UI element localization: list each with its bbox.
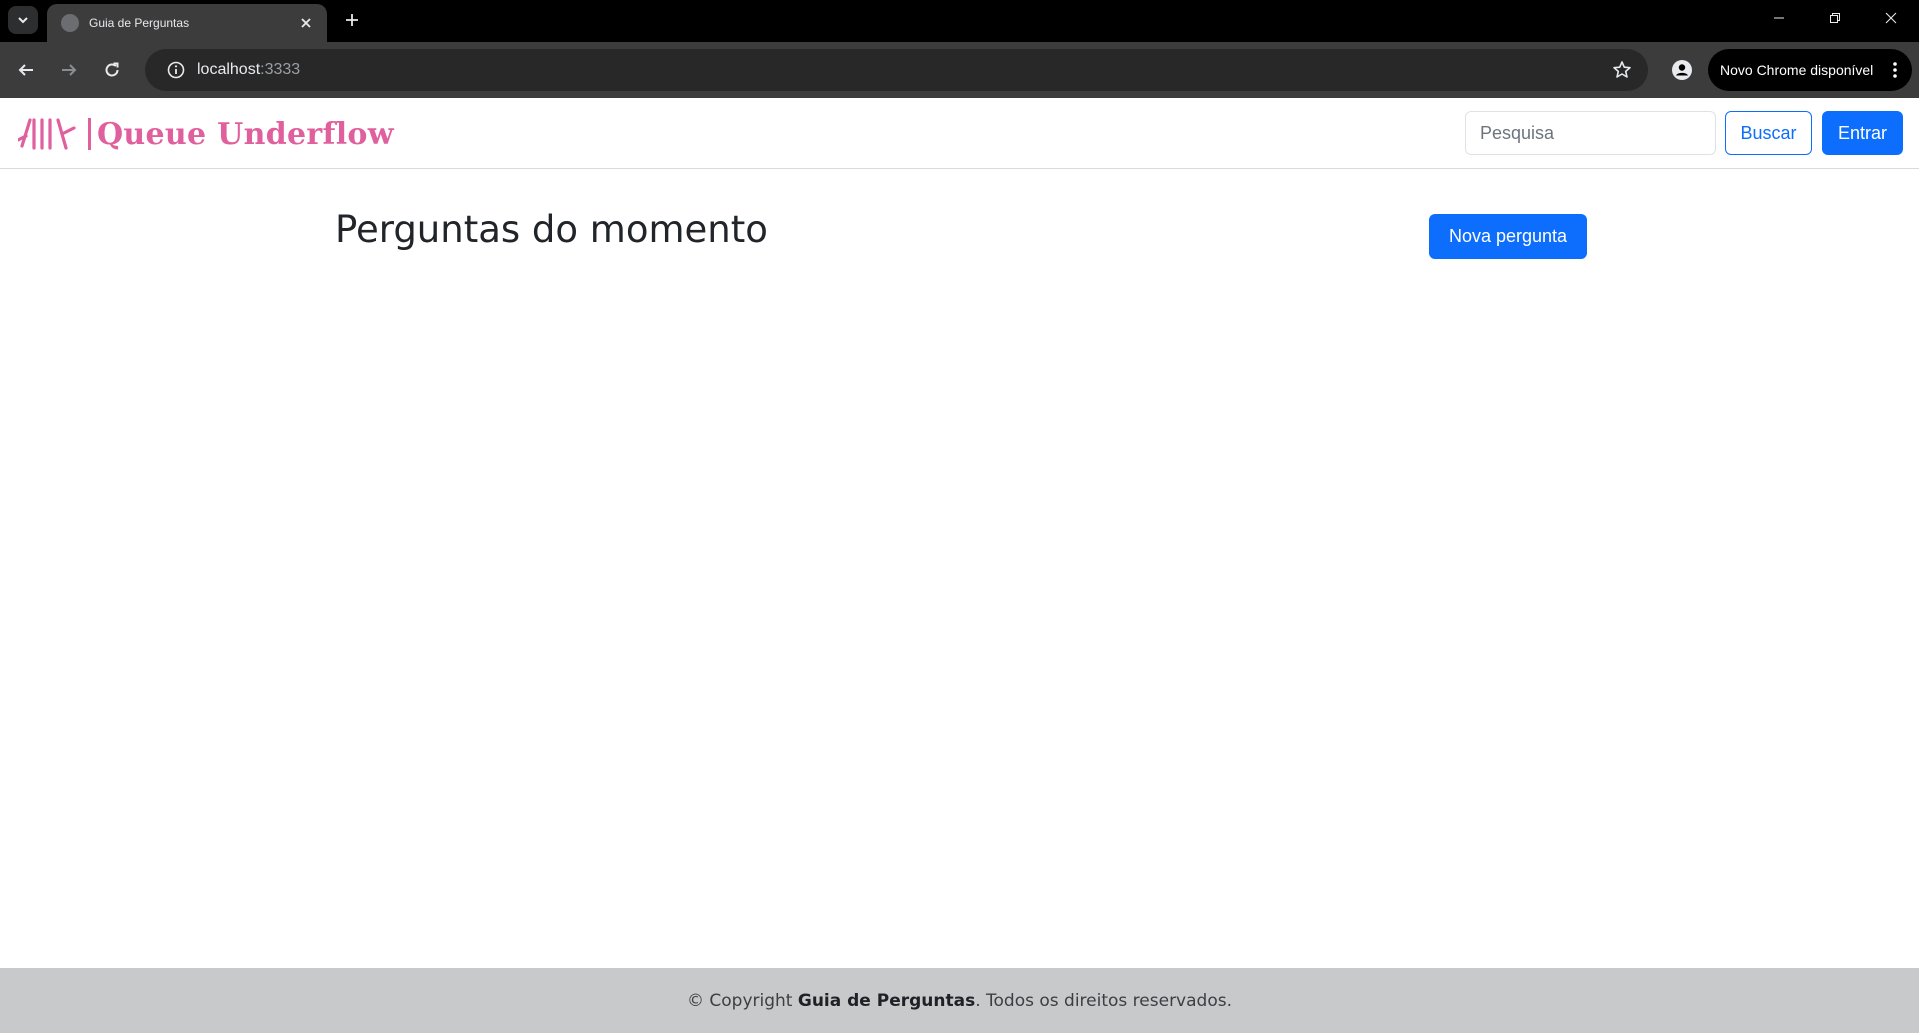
arrow-right-icon bbox=[62, 64, 77, 76]
window-controls bbox=[1751, 0, 1919, 36]
close-icon bbox=[1885, 12, 1897, 24]
brand-link[interactable]: Queue Underflow bbox=[18, 116, 394, 152]
brand-name: Queue Underflow bbox=[97, 116, 394, 152]
brand-logo-icon bbox=[18, 118, 76, 150]
address-bar[interactable]: localhost:3333 bbox=[145, 49, 1648, 91]
site-footer: © Copyright Guia de Perguntas. Todos os … bbox=[0, 968, 1919, 1033]
site-info-button[interactable] bbox=[145, 49, 185, 91]
tab-search-button[interactable] bbox=[8, 6, 38, 34]
search-input[interactable] bbox=[1465, 111, 1716, 155]
person-icon bbox=[1672, 60, 1692, 80]
chevron-down-icon bbox=[18, 17, 28, 24]
reload-icon bbox=[105, 62, 119, 77]
new-question-button[interactable]: Nova pergunta bbox=[1429, 214, 1587, 259]
url-text: localhost:3333 bbox=[197, 61, 300, 79]
bookmark-button[interactable] bbox=[1610, 58, 1634, 82]
info-icon bbox=[167, 61, 185, 79]
search-button[interactable]: Buscar bbox=[1725, 111, 1812, 155]
copyright-brand: Guia de Perguntas bbox=[797, 990, 976, 1011]
new-tab-button[interactable] bbox=[338, 6, 366, 34]
close-window-button[interactable] bbox=[1863, 0, 1919, 36]
site-navbar: Queue Underflow Buscar Entrar bbox=[0, 98, 1919, 169]
copyright-prefix: © Copyright bbox=[686, 990, 798, 1011]
page-title: Perguntas do momento bbox=[335, 208, 768, 251]
restore-button[interactable] bbox=[1807, 0, 1863, 36]
brand-divider bbox=[88, 118, 91, 150]
globe-icon bbox=[61, 14, 79, 32]
plus-icon bbox=[346, 14, 358, 26]
browser-tab[interactable]: Guia de Perguntas bbox=[47, 4, 327, 42]
chrome-update-button[interactable]: Novo Chrome disponível bbox=[1708, 49, 1912, 91]
url-port: :3333 bbox=[260, 61, 301, 78]
close-icon bbox=[301, 18, 311, 28]
restore-icon bbox=[1830, 13, 1840, 23]
url-host: localhost bbox=[197, 61, 261, 78]
close-tab-button[interactable] bbox=[295, 12, 317, 34]
minimize-button[interactable] bbox=[1751, 0, 1807, 36]
copyright-suffix: . Todos os direitos reservados. bbox=[975, 990, 1232, 1011]
back-button[interactable] bbox=[8, 52, 44, 88]
tab-title: Guia de Perguntas bbox=[89, 16, 190, 30]
menu-icon[interactable] bbox=[1886, 56, 1904, 84]
update-label: Novo Chrome disponível bbox=[1720, 62, 1874, 78]
arrow-left-icon bbox=[18, 64, 33, 76]
browser-toolbar: localhost:3333 Novo Chrome disponível bbox=[0, 42, 1919, 98]
reload-button[interactable] bbox=[94, 52, 130, 88]
copyright-text: © Copyright Guia de Perguntas. Todos os … bbox=[687, 991, 1232, 1011]
browser-tab-strip: Guia de Perguntas bbox=[0, 0, 1919, 42]
forward-button[interactable] bbox=[51, 52, 87, 88]
star-icon bbox=[1613, 61, 1631, 78]
login-button[interactable]: Entrar bbox=[1822, 111, 1903, 155]
profile-button[interactable] bbox=[1664, 52, 1700, 88]
minimize-icon bbox=[1774, 17, 1784, 19]
